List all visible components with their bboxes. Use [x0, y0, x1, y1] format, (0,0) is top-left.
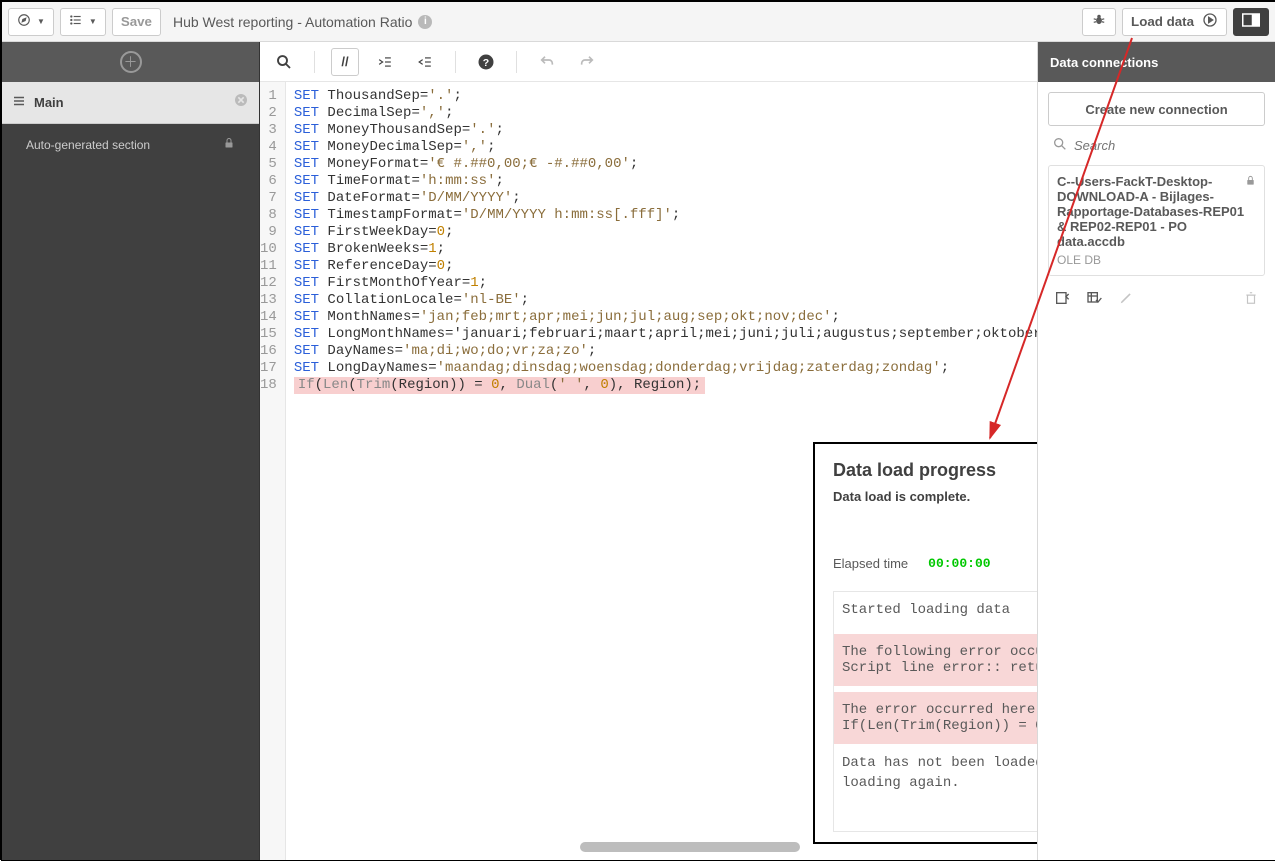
section-auto-label: Auto-generated section: [26, 138, 150, 152]
log-final-message: Data has not been loaded. Please correct…: [834, 744, 1037, 803]
chevron-down-icon: ▼: [37, 17, 45, 26]
dialog-title: Data load progress: [833, 460, 1037, 481]
panel-icon: [1242, 13, 1260, 30]
compass-icon: [17, 13, 31, 30]
log-error-loc-header: The error occurred here:: [842, 702, 1037, 718]
close-section-button[interactable]: [233, 92, 249, 113]
section-main-label: Main: [34, 95, 64, 110]
connection-search-input[interactable]: [1074, 138, 1261, 153]
save-button[interactable]: Save: [112, 8, 161, 36]
debug-button[interactable]: [1082, 8, 1116, 36]
lock-icon: [1245, 174, 1256, 190]
data-load-progress-dialog: Data load progress Data load is complete…: [813, 442, 1037, 844]
edit-connection-button[interactable]: [1114, 286, 1138, 310]
nav-dropdown-button[interactable]: ▼: [8, 8, 54, 36]
load-data-button[interactable]: Load data: [1122, 8, 1227, 36]
sections-header: ＋: [2, 42, 259, 82]
indent-button[interactable]: [371, 48, 399, 76]
select-data-button[interactable]: [1082, 286, 1106, 310]
list-dropdown-button[interactable]: ▼: [60, 8, 106, 36]
connection-name: C--Users-FackT-Desktop-DOWNLOAD-A - Bijl…: [1057, 174, 1244, 249]
panel-toggle-button[interactable]: [1233, 8, 1269, 36]
delete-connection-button[interactable]: [1239, 286, 1263, 310]
undo-button[interactable]: [533, 48, 561, 76]
list-icon: [69, 13, 83, 30]
dialog-status: Data load is complete.: [833, 489, 1037, 504]
editor-panel: // ? 1 2 3 4 5 6 7 8 9 10 11 12 13 14 15…: [260, 42, 1037, 860]
log-started: Started loading data: [834, 592, 1037, 628]
create-connection-button[interactable]: Create new connection: [1048, 92, 1265, 126]
lock-icon: [223, 136, 235, 153]
load-data-label: Load data: [1131, 14, 1194, 29]
log-error-loc-detail: If(Len(Trim(Region)) = 0, Dual(' ', 0), …: [842, 718, 1037, 734]
bug-icon: [1091, 13, 1107, 30]
sections-panel: ＋ Main Auto-generated section: [2, 42, 260, 860]
section-auto-generated[interactable]: Auto-generated section: [2, 124, 259, 165]
redo-button[interactable]: [573, 48, 601, 76]
app-title: Hub West reporting - Automation Ratio i: [173, 14, 432, 30]
info-icon[interactable]: i: [418, 15, 432, 29]
svg-text:?: ?: [483, 56, 489, 68]
connection-card[interactable]: C--Users-FackT-Desktop-DOWNLOAD-A - Bijl…: [1048, 165, 1265, 276]
editor-toolbar: // ?: [260, 42, 1037, 82]
search-script-button[interactable]: [270, 48, 298, 76]
log-error-detail: Script line error:: return: [842, 660, 1037, 676]
insert-connection-button[interactable]: [1050, 286, 1074, 310]
title-text: Hub West reporting - Automation Ratio: [173, 14, 412, 30]
outdent-button[interactable]: [411, 48, 439, 76]
horizontal-scrollbar[interactable]: [580, 842, 800, 852]
search-icon: [1052, 136, 1068, 155]
comment-button[interactable]: //: [331, 48, 359, 76]
menu-icon: [12, 95, 26, 110]
section-main[interactable]: Main: [2, 82, 259, 124]
log-error-block: The following error occurred: Script lin…: [834, 634, 1037, 686]
add-section-button[interactable]: ＋: [120, 51, 142, 73]
log-error-header: The following error occurred:: [842, 644, 1037, 660]
line-gutter: 1 2 3 4 5 6 7 8 9 10 11 12 13 14 15 16 1…: [260, 82, 286, 860]
top-toolbar: ▼ ▼ Save Hub West reporting - Automation…: [2, 2, 1275, 42]
connection-actions: [1048, 286, 1265, 310]
load-log: Started loading data The following error…: [833, 591, 1037, 832]
help-button[interactable]: ?: [472, 48, 500, 76]
play-circle-icon: [1202, 12, 1218, 31]
data-connections-panel: Data connections Create new connection C…: [1037, 42, 1275, 860]
elapsed-time-label: Elapsed time: [833, 556, 908, 571]
connection-search[interactable]: [1048, 136, 1265, 155]
elapsed-time-value: 00:00:00: [928, 556, 990, 571]
log-error-location-block: The error occurred here: If(Len(Trim(Reg…: [834, 692, 1037, 744]
chevron-down-icon: ▼: [89, 17, 97, 26]
data-connections-header: Data connections: [1038, 42, 1275, 82]
connection-type: OLE DB: [1057, 253, 1256, 267]
